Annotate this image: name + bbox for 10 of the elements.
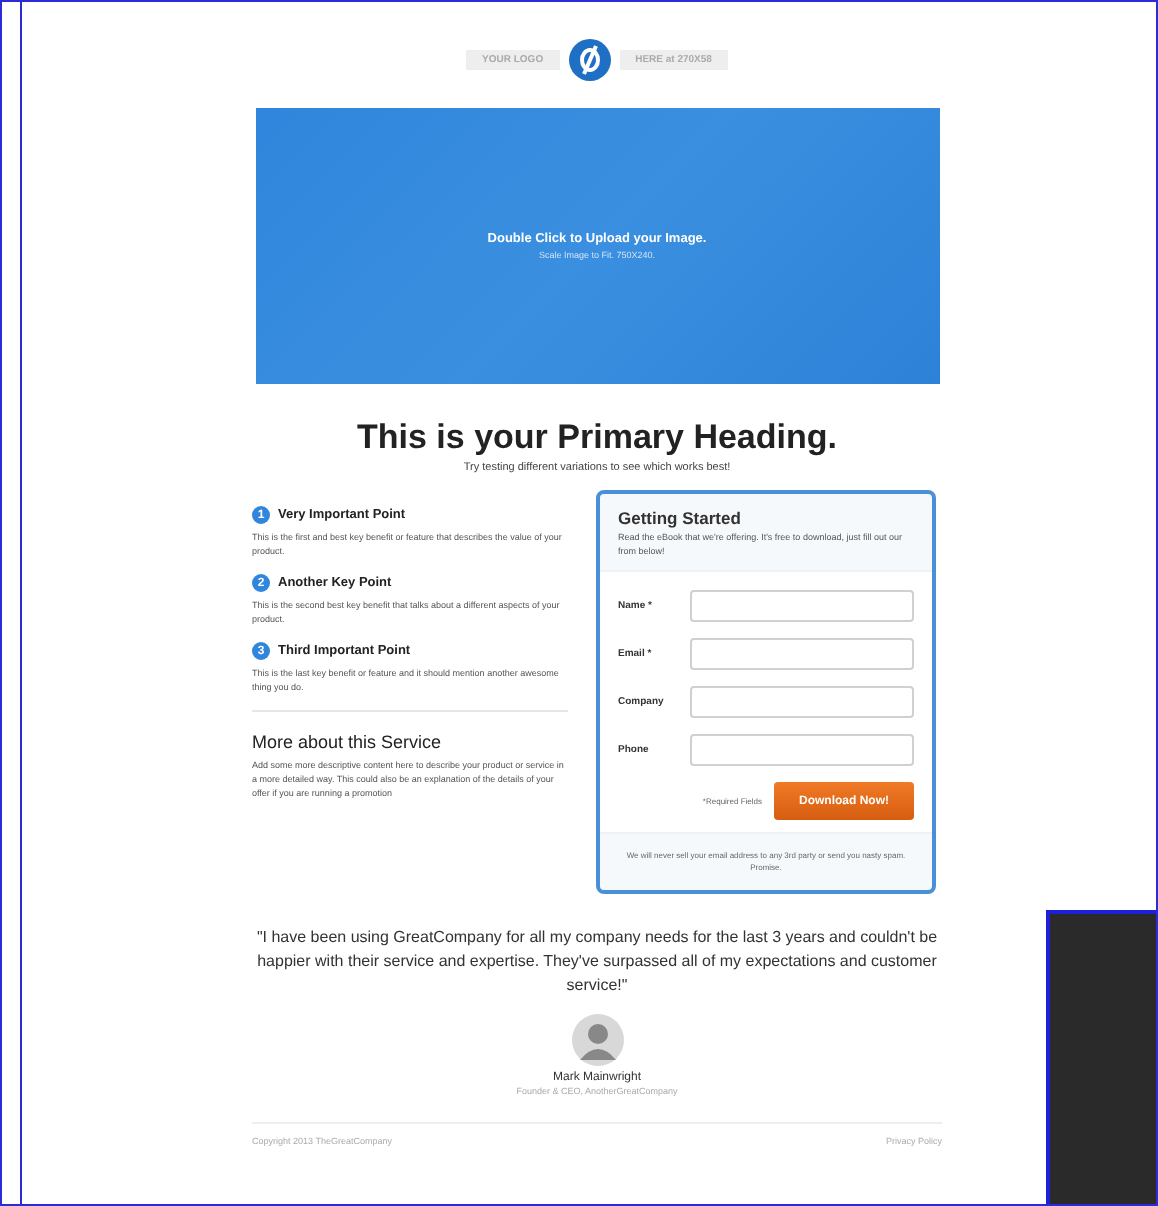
input-field[interactable] [690,686,914,718]
primary-heading: This is your Primary Heading. [357,418,837,458]
section-title: More about this Service [252,732,444,752]
form-title: Getting Started [618,508,743,528]
input-field[interactable] [690,590,914,622]
testimonial-quote: "I have been using GreatCompany for all my company needs for the last 3 years and couldn't be happier with their service and expertise. They've surpassed all of my expectations and customer service!" [254,926,940,998]
avatar-icon [571,1014,623,1066]
input-field[interactable] [690,638,914,670]
input-field[interactable] [690,734,914,766]
logo-icon [567,38,612,82]
